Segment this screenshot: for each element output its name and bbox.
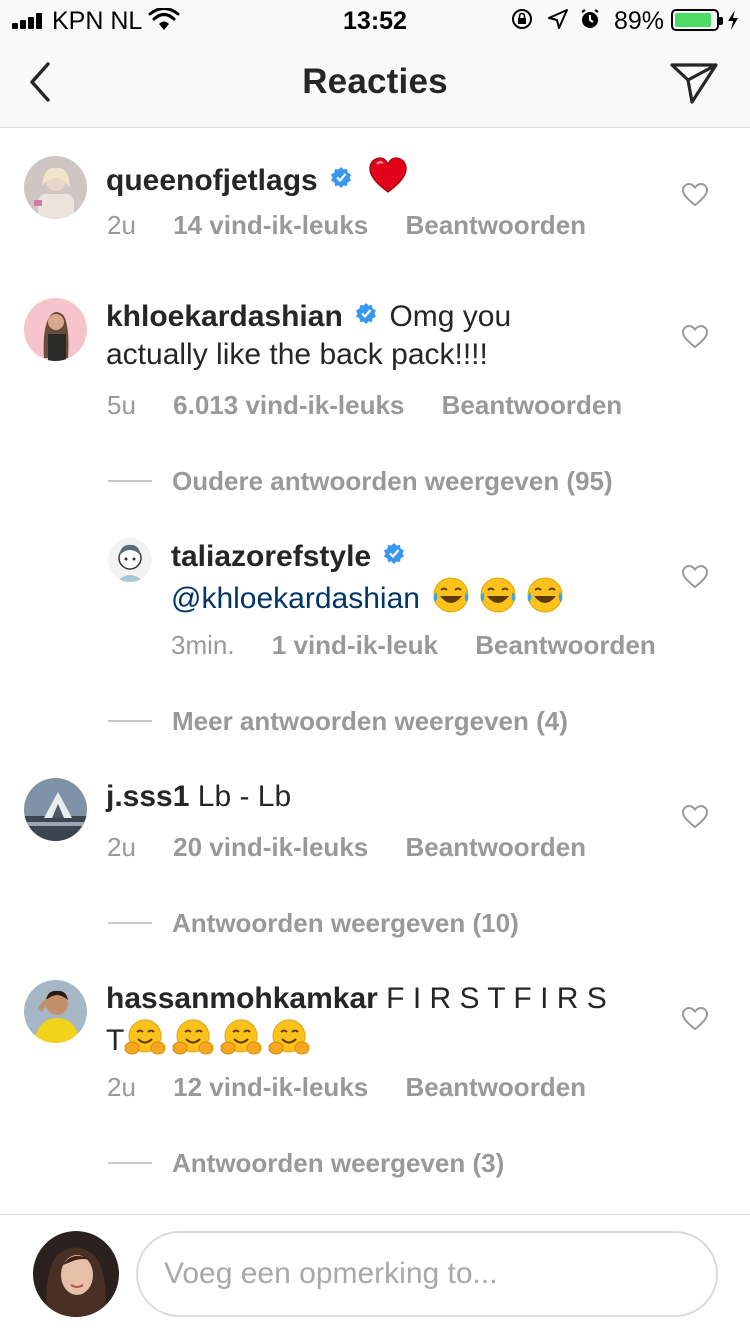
- reply-button[interactable]: Beantwoorden: [442, 390, 623, 420]
- paper-plane-icon[interactable]: [668, 58, 720, 106]
- comment-username[interactable]: khloekardashian: [106, 300, 343, 333]
- older-replies-label: Oudere antwoorden weergeven (95): [172, 466, 613, 496]
- verified-badge-icon: [356, 303, 377, 324]
- reply-divider-line: [108, 720, 152, 722]
- mention-link[interactable]: @khloekardashian: [171, 582, 420, 615]
- view-replies-label: Antwoorden weergeven (10): [172, 908, 519, 938]
- comment-input[interactable]: [136, 1231, 718, 1317]
- more-replies-link[interactable]: Meer antwoorden weergeven (4): [108, 706, 568, 737]
- verified-badge-icon: [384, 543, 405, 564]
- comment-item: queenofjetlags 2u 14 vind-ik-leuks Beant…: [0, 128, 750, 278]
- comment-meta: 5u 6.013 vind-ik-leuks Beantwoorden: [107, 390, 652, 421]
- battery-percent: 89%: [614, 7, 665, 35]
- likes-count[interactable]: 12 vind-ik-leuks: [173, 1072, 368, 1102]
- comment-text-line2: actually like the back pack!!!!: [106, 338, 488, 371]
- comment-meta: 2u 20 vind-ik-leuks Beantwoorden: [107, 832, 616, 863]
- older-replies-link[interactable]: Oudere antwoorden weergeven (95): [108, 466, 613, 497]
- likes-count[interactable]: 20 vind-ik-leuks: [173, 832, 368, 862]
- page-title: Reacties: [302, 62, 448, 101]
- likes-count[interactable]: 14 vind-ik-leuks: [173, 210, 368, 240]
- rotation-lock-icon: [512, 9, 532, 29]
- reply-divider-line: [108, 922, 152, 924]
- reply-button[interactable]: Beantwoorden: [475, 630, 656, 660]
- view-replies-link[interactable]: Antwoorden weergeven (3): [108, 1148, 504, 1179]
- comment-text: Lb - Lb: [197, 780, 292, 813]
- comment-meta: 3min. 1 vind-ik-leuk Beantwoorden: [171, 630, 686, 661]
- avatar: [33, 1231, 119, 1317]
- reply-button[interactable]: Beantwoorden: [405, 210, 586, 240]
- view-replies-link[interactable]: Antwoorden weergeven (10): [108, 908, 519, 939]
- verified-badge-icon: [331, 167, 352, 188]
- reply-divider-line: [108, 1162, 152, 1164]
- more-replies-label: Meer antwoorden weergeven (4): [172, 706, 568, 736]
- comment-age: 2u: [107, 210, 136, 240]
- like-heart-icon[interactable]: [682, 565, 708, 589]
- comment-text: F I R S T F I R S: [386, 982, 607, 1015]
- reply-button[interactable]: Beantwoorden: [405, 832, 586, 862]
- avatar[interactable]: [108, 538, 152, 582]
- reply-button[interactable]: Beantwoorden: [405, 1072, 586, 1102]
- battery-icon: [671, 9, 723, 31]
- avatar[interactable]: [24, 778, 87, 841]
- status-bar: KPN NL 13:52 89%: [0, 0, 750, 40]
- tears-of-joy-emoji-icon: [432, 576, 564, 624]
- comment-age: 3min.: [171, 630, 235, 660]
- comment-composer: [0, 1214, 750, 1334]
- comment-username[interactable]: queenofjetlags: [106, 164, 318, 197]
- like-heart-icon[interactable]: [682, 183, 708, 207]
- comment-age: 5u: [107, 390, 136, 420]
- like-heart-icon[interactable]: [682, 325, 708, 349]
- comment-username[interactable]: taliazorefstyle: [171, 540, 371, 573]
- avatar[interactable]: [24, 156, 87, 219]
- comment-username[interactable]: hassanmohkamkar: [106, 982, 378, 1015]
- charging-bolt-icon: [728, 10, 738, 30]
- view-replies-label: Antwoorden weergeven (3): [172, 1148, 505, 1178]
- red-heart-emoji-icon: [368, 156, 408, 204]
- avatar[interactable]: [24, 980, 87, 1043]
- comment-meta: 2u 12 vind-ik-leuks Beantwoorden: [107, 1072, 616, 1103]
- hugging-face-emoji-icon: [124, 1018, 311, 1066]
- comment-age: 2u: [107, 832, 136, 862]
- likes-count[interactable]: 6.013 vind-ik-leuks: [173, 390, 404, 420]
- alarm-icon: [581, 9, 599, 28]
- avatar[interactable]: [24, 298, 87, 361]
- reply-divider-line: [108, 480, 152, 482]
- comment-item: j.sss1 Lb - Lb 2u 20 vind-ik-leuks Beant…: [0, 768, 750, 968]
- comment-text: Omg you: [389, 300, 512, 333]
- top-bar: KPN NL 13:52 89% Reacties: [0, 0, 750, 128]
- likes-count[interactable]: 1 vind-ik-leuk: [272, 630, 438, 660]
- comment-item: hassanmohkamkar F I R S T F I R S T 2u 1…: [0, 970, 750, 1210]
- reply-item: taliazorefstyle @khloekardashian 3min. 1…: [0, 528, 750, 768]
- comment-username[interactable]: j.sss1: [106, 780, 189, 813]
- comment-age: 2u: [107, 1072, 136, 1102]
- comment-text-line2: T: [106, 1024, 125, 1057]
- location-icon: [548, 9, 568, 29]
- like-heart-icon[interactable]: [682, 805, 708, 829]
- like-heart-icon[interactable]: [682, 1007, 708, 1031]
- comment-meta: 2u 14 vind-ik-leuks Beantwoorden: [107, 210, 616, 241]
- comment-item: khloekardashian Omg you actually like th…: [0, 278, 750, 508]
